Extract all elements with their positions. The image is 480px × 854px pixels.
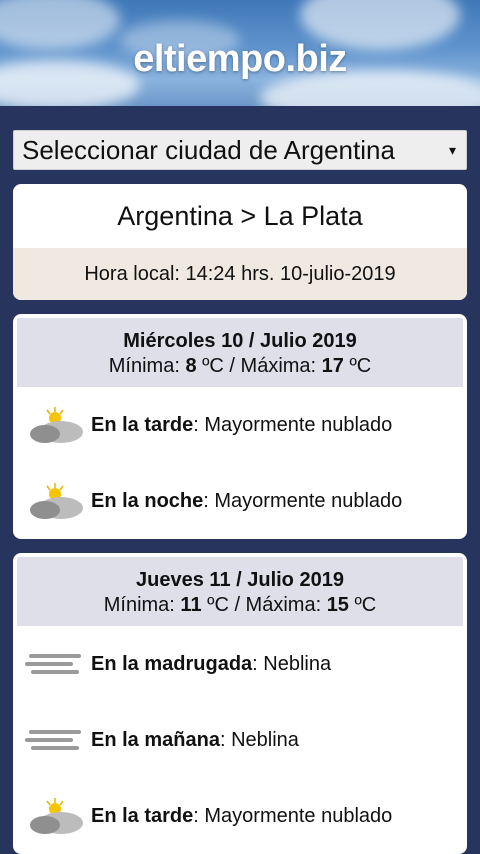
forecast-row: En la madrugada: Neblina xyxy=(13,626,467,702)
day-temperatures: Mínima: 11 ºC / Máxima: 15 ºC xyxy=(103,594,377,616)
forecast-row: En la mañana: Neblina xyxy=(13,702,467,778)
location-card: Argentina > La Plata Hora local: 14:24 h… xyxy=(13,184,467,300)
partly-cloudy-icon xyxy=(25,479,85,523)
dropdown-arrow-icon: ▾ xyxy=(448,141,456,158)
forecast-row: En la noche: Mayormente nublado xyxy=(13,463,467,539)
site-logo[interactable]: eltiempo.biz xyxy=(0,38,480,81)
city-select-label: Seleccionar ciudad de Argentina xyxy=(22,134,395,165)
partly-cloudy-icon xyxy=(25,794,85,838)
forecast-row: En la tarde: Mayormente nublado xyxy=(13,778,467,854)
day-forecast-card: Jueves 11 / Julio 2019 Mínima: 11 ºC / M… xyxy=(13,553,467,854)
day-forecast-card: Miércoles 10 / Julio 2019 Mínima: 8 ºC /… xyxy=(13,314,467,539)
local-time: Hora local: 14:24 hrs. 10-julio-2019 xyxy=(13,248,467,300)
day-header: Miércoles 10 / Julio 2019 Mínima: 8 ºC /… xyxy=(17,318,463,387)
day-header: Jueves 11 / Julio 2019 Mínima: 11 ºC / M… xyxy=(17,557,463,626)
day-title: Miércoles 10 / Julio 2019 xyxy=(123,330,357,352)
day-temperatures: Mínima: 8 ºC / Máxima: 17 ºC xyxy=(108,355,372,377)
fog-icon xyxy=(25,718,85,762)
city-select[interactable]: Seleccionar ciudad de Argentina ▾ xyxy=(13,130,467,170)
fog-icon xyxy=(25,642,85,686)
location-breadcrumb: Argentina > La Plata xyxy=(117,200,363,231)
day-title: Jueves 11 / Julio 2019 xyxy=(136,569,344,591)
partly-cloudy-icon xyxy=(25,403,85,447)
site-header: eltiempo.biz xyxy=(0,0,480,106)
forecast-row: En la tarde: Mayormente nublado xyxy=(13,387,467,463)
